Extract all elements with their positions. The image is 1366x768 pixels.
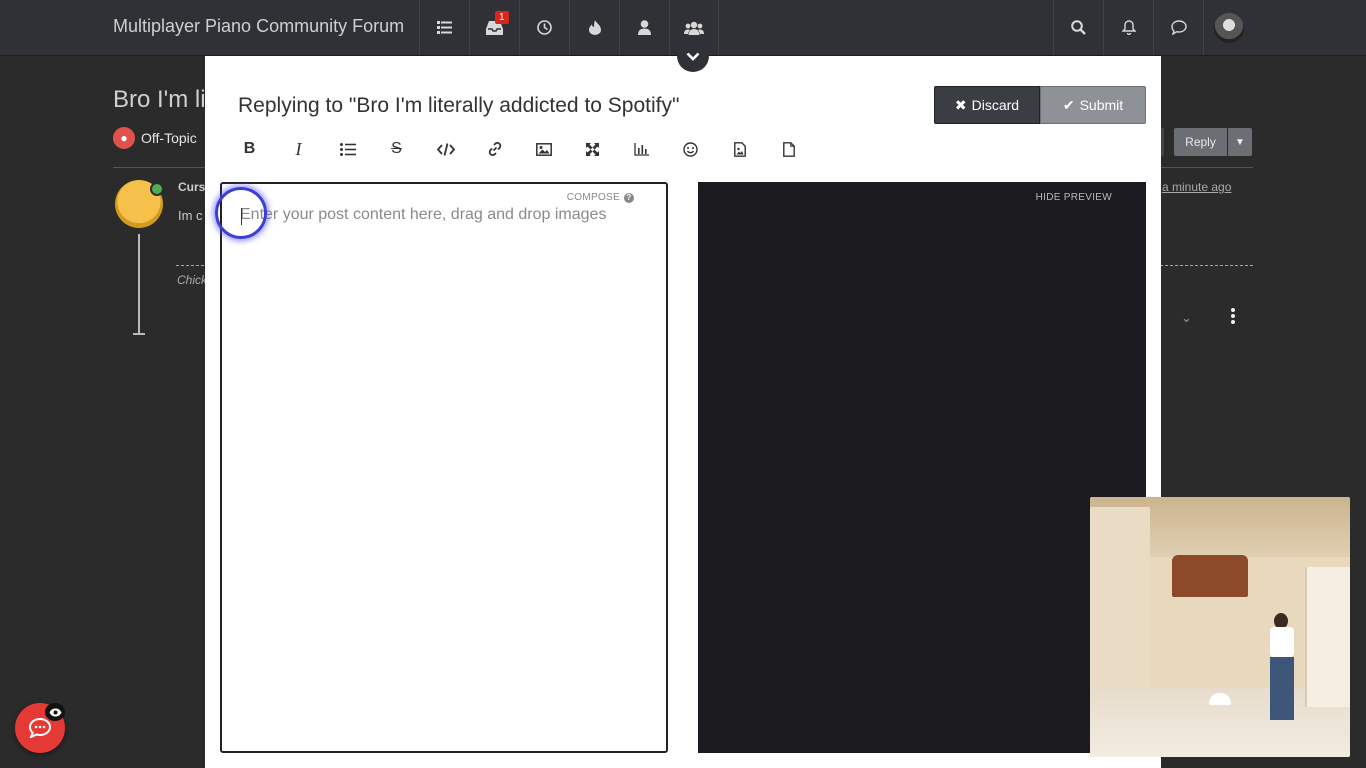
link-button[interactable] [470,136,519,162]
reply-button[interactable]: Reply [1174,128,1227,156]
eye-icon [45,703,65,721]
unread-nav-button[interactable]: 1 [469,0,519,55]
online-status-dot [150,182,164,196]
post-content: Im c [178,208,203,223]
reply-button-group: Reply ▼ [1174,128,1252,156]
pip-room-window [1305,567,1350,707]
composer-title: Replying to "Bro I'm literally addicted … [238,94,680,117]
vertical-dots-icon [1231,308,1235,324]
thread-line-end [133,333,145,335]
pip-person-jeans [1270,657,1294,720]
list-icon [339,142,356,156]
submit-label: Submit [1079,97,1124,113]
post-timestamp[interactable]: a minute ago [1162,180,1231,194]
chevron-down-icon [686,52,700,61]
list-button[interactable] [323,136,372,162]
category-name: Off-Topic [141,130,197,146]
list-icon [437,21,452,34]
upload-file-button[interactable] [764,136,813,162]
chat-icon [29,718,51,738]
chart-button[interactable] [617,136,666,162]
clock-icon [537,20,552,35]
caret-down-icon: ▼ [1235,136,1245,148]
unread-count-badge: 1 [495,11,509,24]
nav-icon-group: 1 [419,0,719,55]
users-nav-button[interactable] [619,0,669,55]
pip-upside-down-sofa [1172,555,1248,597]
topic-title: Bro I'm li [113,86,206,113]
pip-lamp [1209,693,1231,705]
italic-button[interactable]: I [274,136,323,162]
user-menu-button[interactable] [1203,0,1253,55]
emoji-icon [683,141,698,157]
chats-button[interactable] [1153,0,1203,55]
category-label[interactable]: ● Off-Topic [113,127,197,149]
avatar [1213,12,1244,43]
strikethrough-icon: S [391,140,402,157]
check-icon: ✔ [1062,96,1075,113]
navbar-right-group [1053,0,1253,55]
discard-label: Discard [971,97,1020,113]
popular-nav-button[interactable] [569,0,619,55]
upload-image-button[interactable] [715,136,764,162]
recent-nav-button[interactable] [519,0,569,55]
strikethrough-button[interactable]: S [372,136,421,162]
italic-icon: I [295,138,302,159]
bell-icon [1121,20,1136,35]
hide-preview-button[interactable]: HIDE PREVIEW [1036,192,1112,203]
question-icon: ? [624,192,634,203]
code-button[interactable] [421,136,470,162]
image-button[interactable] [519,136,568,162]
submit-button[interactable]: ✔ Submit [1040,86,1146,124]
users-icon [684,21,704,35]
chart-icon [634,142,649,156]
search-button[interactable] [1053,0,1103,55]
bold-icon: B [243,140,256,157]
fire-icon [588,20,601,35]
collapse-composer-button[interactable] [677,40,709,72]
image-icon [535,142,552,156]
user-icon [638,20,651,35]
discard-button[interactable]: ✖ Discard [934,86,1040,124]
pip-person-shirt [1270,627,1294,657]
picture-in-picture-video[interactable] [1090,497,1350,757]
fullscreen-icon [586,142,599,156]
close-icon: ✖ [954,96,967,113]
compose-label[interactable]: COMPOSE ? [567,192,634,203]
reply-composer: Replying to "Bro I'm literally addicted … [205,56,1161,768]
post-author-name[interactable]: Curs [178,180,205,194]
bold-button[interactable]: B [225,136,274,162]
cursor-highlight [215,187,267,239]
chevron-down-icon[interactable]: ⌄ [1181,310,1192,326]
thread-line [138,234,140,334]
post-content-textarea[interactable] [240,206,640,224]
preview-pane: HIDE PREVIEW [698,182,1146,753]
compose-editor: COMPOSE ? [215,182,668,753]
link-icon [488,142,501,156]
globe-icon: ● [113,127,135,149]
compose-label-text: COMPOSE [566,192,620,203]
code-icon [436,142,455,156]
file-image-icon [733,141,746,157]
post-menu-button[interactable] [1230,308,1236,329]
reply-dropdown-button[interactable]: ▼ [1228,128,1252,156]
formatting-toolbar: B I S [225,136,813,162]
fullscreen-button[interactable] [568,136,617,162]
file-icon [782,141,795,157]
emoji-button[interactable] [666,136,715,162]
forum-brand[interactable]: Multiplayer Piano Community Forum [113,16,404,37]
post-signature: Chick [177,273,208,287]
search-icon [1071,20,1086,35]
categories-nav-button[interactable] [419,0,469,55]
notifications-button[interactable] [1103,0,1153,55]
chat-icon [1170,20,1187,35]
